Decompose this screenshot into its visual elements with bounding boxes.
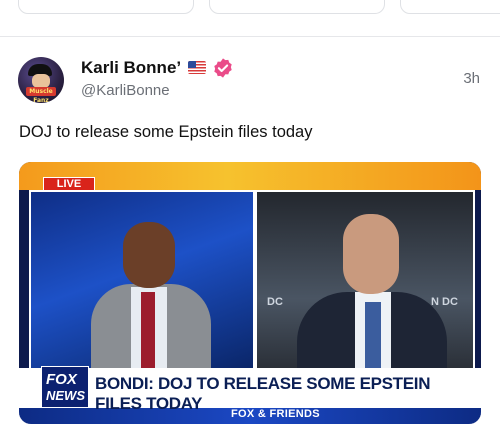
divider [0, 36, 500, 37]
fox-news-logo: FOX NEWS [41, 366, 89, 408]
post-media-image[interactable]: LIVE DC N DC FOX NEWS BONDI: DOJ TO RELE… [19, 162, 481, 424]
us-flag-icon [188, 61, 206, 74]
action-card-3[interactable] [400, 0, 500, 14]
right-video-panel: DC N DC [255, 190, 475, 372]
bg-label-dc: DC [267, 296, 283, 308]
avatar-face [32, 74, 50, 88]
author-name[interactable]: Karli Bonne’ [81, 58, 181, 78]
guest-head [123, 222, 175, 288]
logo-news-text: NEWS [46, 388, 85, 403]
post-text: DOJ to release some Epstein files today [19, 123, 313, 141]
show-name: FOX & FRIENDS [231, 408, 320, 420]
bg-label-ndc: N DC [431, 296, 458, 308]
action-card-1[interactable] [18, 0, 194, 14]
left-video-panel [29, 190, 255, 372]
anchor-tie [365, 302, 381, 370]
avatar-badge: Muscle Fanz [26, 87, 56, 103]
verified-badge-icon [214, 58, 232, 78]
anchor-head [343, 214, 399, 294]
author-handle[interactable]: @KarliBonne [81, 82, 170, 99]
action-card-2[interactable] [209, 0, 385, 14]
post-time: 3h [463, 70, 480, 87]
guest-tie [141, 292, 155, 370]
logo-fox-text: FOX [46, 371, 77, 388]
avatar[interactable]: Muscle Fanz [18, 57, 64, 103]
